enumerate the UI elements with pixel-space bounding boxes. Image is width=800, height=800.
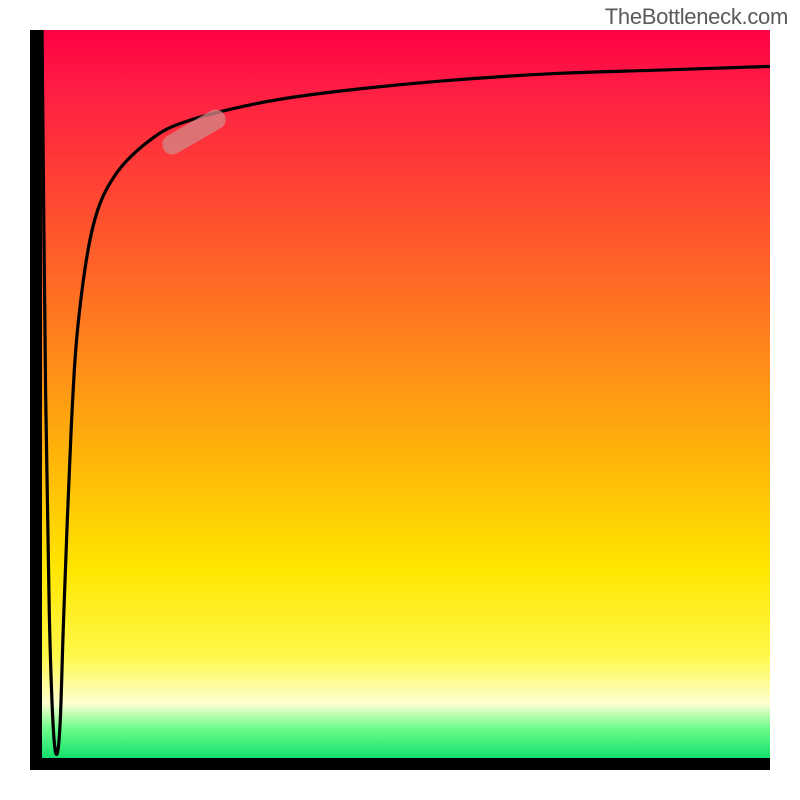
y-axis (30, 30, 42, 770)
watermark-text: TheBottleneck.com (605, 4, 788, 30)
x-axis (30, 758, 770, 770)
bottleneck-curve (42, 30, 770, 754)
curve-svg (42, 30, 770, 758)
plot-area (42, 30, 770, 758)
